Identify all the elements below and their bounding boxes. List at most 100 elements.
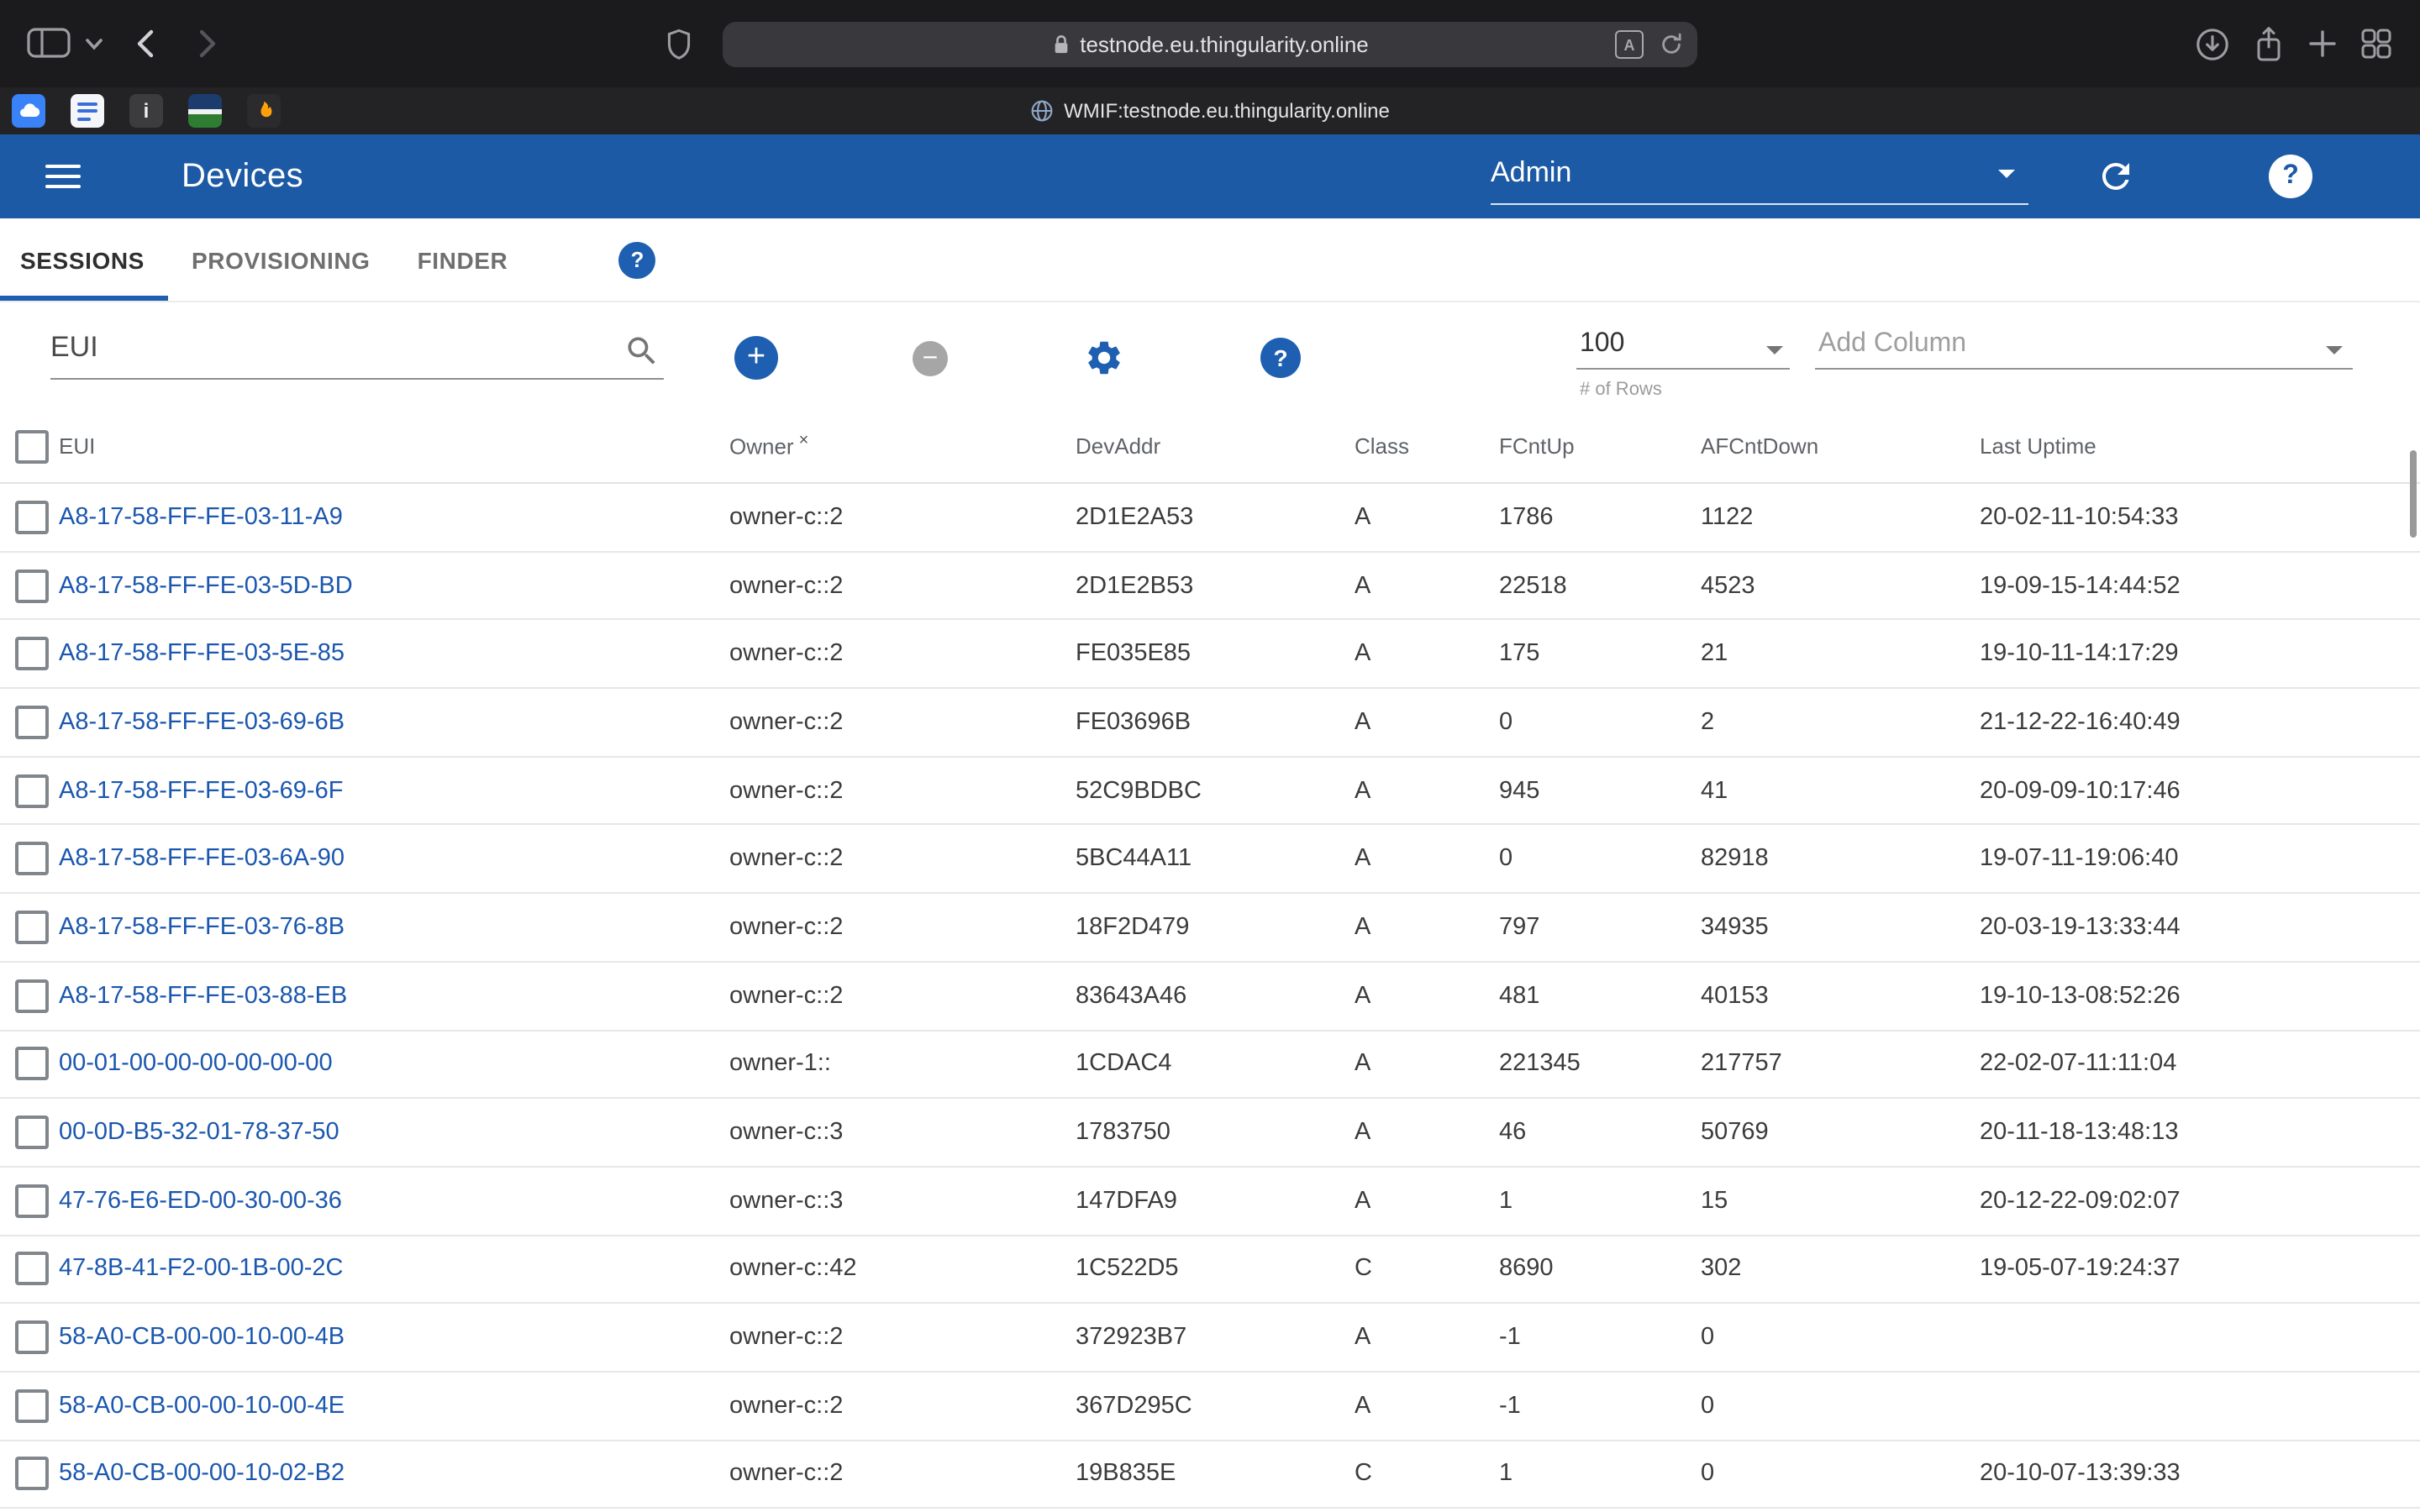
add-button[interactable]: + [734,336,778,380]
row-checkbox[interactable] [15,1047,49,1081]
col-header-devaddr[interactable]: DevAddr [1076,433,1355,459]
row-checkbox[interactable] [15,1389,49,1423]
search-icon[interactable] [623,333,660,370]
devaddr-cell: 5BC44A11 [1076,846,1355,873]
afcntdown-cell: 217757 [1701,1051,1980,1078]
help-icon[interactable]: ? [2269,155,2312,198]
fcntup-cell: 1 [1499,1461,1701,1488]
row-checkbox[interactable] [15,1184,49,1217]
scrollbar-thumb[interactable] [2410,450,2417,538]
col-header-owner[interactable]: Owner× [729,433,1076,460]
tab-sessions[interactable]: SESSIONS [0,218,168,301]
owner-cell: owner-c::3 [729,1187,1076,1214]
eui-link[interactable]: 47-76-E6-ED-00-30-00-36 [59,1187,342,1214]
row-checkbox[interactable] [15,1116,49,1149]
uptime-cell: 19-07-11-19:06:40 [1980,846,2420,873]
eui-link[interactable]: A8-17-58-FF-FE-03-88-EB [59,982,347,1009]
eui-link[interactable]: 47-8B-41-F2-00-1B-00-2C [59,1256,344,1283]
tab-finder[interactable]: FINDER [394,218,532,301]
col-header-afcntdown[interactable]: AFCntDown [1701,433,1980,459]
eui-link[interactable]: A8-17-58-FF-FE-03-69-6B [59,709,345,736]
row-checkbox[interactable] [15,843,49,876]
devaddr-cell: 18F2D479 [1076,914,1355,941]
sidebar-chevron-down-icon[interactable] [86,39,103,50]
eui-link[interactable]: A8-17-58-FF-FE-03-5E-85 [59,640,345,667]
col-header-class[interactable]: Class [1355,433,1499,459]
favicon-docs[interactable] [71,94,104,128]
share-icon[interactable] [2252,24,2286,63]
col-header-uptime[interactable]: Last Uptime [1980,433,2420,459]
add-column-select[interactable]: Add Column [1815,302,2353,376]
remove-button[interactable]: − [913,341,948,376]
table-row: A8-17-58-FF-FE-03-69-6F owner-c::2 52C9B… [0,758,2420,826]
tabs-help-icon[interactable]: ? [618,241,655,278]
eui-search-input[interactable] [50,323,605,373]
table-row: A8-17-58-FF-FE-03-69-6B owner-c::2 FE036… [0,689,2420,757]
new-tab-icon[interactable] [2307,29,2338,59]
table-row: 58-A0-CB-00-00-10-02-B2 owner-c::2 19B83… [0,1441,2420,1509]
toolbar-help-icon[interactable]: ? [1260,338,1301,378]
favicon-info[interactable]: i [129,94,163,128]
afcntdown-cell: 50769 [1701,1119,1980,1146]
owner-cell: owner-c::2 [729,504,1076,531]
active-favorite[interactable]: WMIF:testnode.eu.thingularity.online [1030,99,1390,123]
eui-link[interactable]: A8-17-58-FF-FE-03-6A-90 [59,846,345,873]
privacy-shield-icon[interactable] [666,29,692,60]
menu-icon[interactable] [45,165,81,188]
row-checkbox[interactable] [15,774,49,807]
downloads-icon[interactable] [2195,26,2230,61]
favicon-cloud[interactable] [12,94,45,128]
row-checkbox[interactable] [15,1320,49,1354]
row-checkbox[interactable] [15,501,49,534]
eui-link[interactable]: 00-0D-B5-32-01-78-37-50 [59,1119,339,1146]
eui-link[interactable]: 58-A0-CB-00-00-10-02-B2 [59,1461,345,1488]
user-role-select[interactable]: Admin [1491,148,2028,205]
select-all-checkbox[interactable] [15,429,49,463]
uptime-cell: 20-11-18-13:48:13 [1980,1119,2420,1146]
eui-link[interactable]: A8-17-58-FF-FE-03-69-6F [59,777,343,804]
chevron-down-icon [1998,170,2015,178]
reload-icon[interactable] [1659,32,1684,57]
translate-icon[interactable]: A [1615,30,1644,59]
col-header-fcntup[interactable]: FCntUp [1499,433,1701,459]
table-row: 00-0D-B5-32-01-78-37-50 owner-c::3 17837… [0,1099,2420,1167]
uptime-cell: 19-05-07-19:24:37 [1980,1256,2420,1283]
row-checkbox[interactable] [15,637,49,670]
eui-link[interactable]: 58-A0-CB-00-00-10-00-4E [59,1393,345,1420]
tab-overview-icon[interactable] [2360,27,2393,60]
row-checkbox[interactable] [15,706,49,739]
favicon-flame[interactable] [247,94,281,128]
owner-cell: owner-c::2 [729,640,1076,667]
eui-link[interactable]: A8-17-58-FF-FE-03-11-A9 [59,504,343,531]
uptime-cell: 20-10-07-13:39:33 [1980,1461,2420,1488]
favicon-flag[interactable] [188,94,222,128]
devices-table: EUI Owner× DevAddr Class FCntUp AFCntDow… [0,410,2420,1509]
tab-provisioning[interactable]: PROVISIONING [168,218,394,301]
row-checkbox[interactable] [15,569,49,602]
uptime-cell: 19-09-15-14:44:52 [1980,572,2420,599]
owner-sort-clear[interactable]: × [799,433,809,451]
address-bar[interactable]: testnode.eu.thingularity.online A [723,22,1697,67]
select-underline [1815,368,2353,370]
table-row: 47-8B-41-F2-00-1B-00-2C owner-c::42 1C52… [0,1236,2420,1304]
table-header-row: EUI Owner× DevAddr Class FCntUp AFCntDow… [0,410,2420,484]
forward-button-icon[interactable] [198,29,218,59]
devaddr-cell: 1C522D5 [1076,1256,1355,1283]
back-button-icon[interactable] [134,29,155,59]
eui-link[interactable]: A8-17-58-FF-FE-03-76-8B [59,914,345,941]
owner-cell: owner-c::2 [729,1324,1076,1351]
settings-gear-icon[interactable] [1084,338,1124,378]
row-checkbox[interactable] [15,979,49,1012]
eui-link[interactable]: 58-A0-CB-00-00-10-00-4B [59,1324,345,1351]
eui-link[interactable]: 00-01-00-00-00-00-00-00 [59,1051,333,1078]
row-checkbox[interactable] [15,1252,49,1286]
afcntdown-cell: 21 [1701,640,1980,667]
row-checkbox[interactable] [15,1457,49,1491]
table-row: A8-17-58-FF-FE-03-76-8B owner-c::2 18F2D… [0,894,2420,962]
row-checkbox[interactable] [15,911,49,944]
eui-link[interactable]: A8-17-58-FF-FE-03-5D-BD [59,572,353,599]
col-header-eui[interactable]: EUI [59,433,729,459]
refresh-icon[interactable] [2096,156,2136,197]
rows-per-page-select[interactable]: 100 # of Rows [1576,302,1790,410]
sidebar-toggle-icon[interactable] [27,25,71,60]
